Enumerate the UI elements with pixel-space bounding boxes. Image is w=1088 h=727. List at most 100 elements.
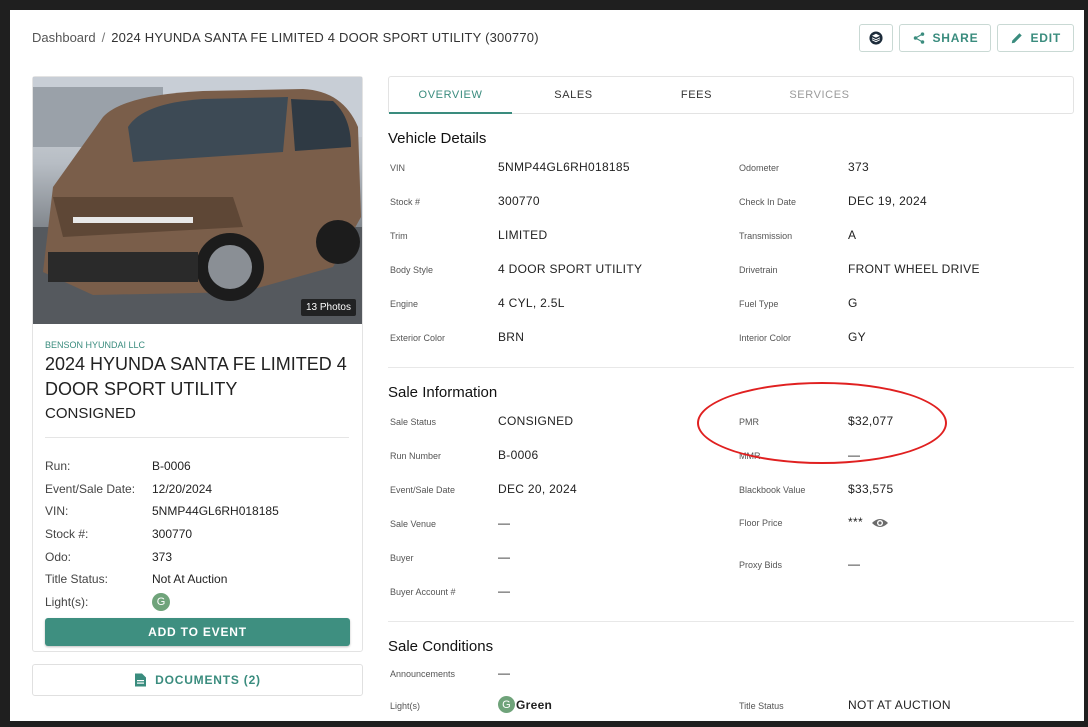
detail-value: — xyxy=(498,666,511,680)
detail-row: Engine 4 CYL, 2.5L Fuel Type G xyxy=(388,294,1074,314)
detail-label: Blackbook Value xyxy=(739,485,806,495)
documents-button[interactable]: DOCUMENTS (2) xyxy=(32,664,363,696)
detail-label: Floor Price xyxy=(739,518,783,528)
detail-value: $32,077 xyxy=(848,414,894,428)
detail-row: Buyer Account # — xyxy=(388,582,1074,602)
detail-value: NOT AT AUCTION xyxy=(848,698,951,712)
detail-label: MMR xyxy=(739,451,761,461)
layers-icon xyxy=(869,31,883,45)
detail-row: Stock # 300770 Check In Date DEC 19, 202… xyxy=(388,192,1074,212)
detail-row: Run Number B-0006 MMR — xyxy=(388,446,1074,466)
app-frame: Dashboard / 2024 HYUNDA SANTA FE LIMITED 4… xyxy=(10,10,1084,721)
summary-value: 300770 xyxy=(152,527,193,542)
detail-row: Buyer — Proxy Bids — xyxy=(388,548,1074,571)
detail-value: DEC 19, 2024 xyxy=(848,194,927,208)
detail-label: Drivetrain xyxy=(739,265,778,275)
card-divider xyxy=(45,437,349,438)
breadcrumb-dashboard-link[interactable]: Dashboard xyxy=(32,30,96,45)
detail-row: Announcements — xyxy=(388,664,1074,684)
detail-label: Proxy Bids xyxy=(739,560,783,570)
eye-icon[interactable] xyxy=(871,517,889,529)
sale-conditions-title: Sale Conditions xyxy=(388,638,494,655)
photo-count-badge[interactable]: 13 Photos xyxy=(300,299,356,316)
detail-row: Event/Sale Date DEC 20, 2024 Blackbook V… xyxy=(388,480,1074,500)
summary-label: Light(s): xyxy=(45,594,89,609)
tab-sales[interactable]: SALES xyxy=(512,77,635,113)
green-light-badge: G xyxy=(152,592,170,611)
detail-value: LIMITED xyxy=(498,228,548,242)
summary-row-sale-date: Event/Sale Date: 12/20/2024 xyxy=(45,478,355,501)
summary-row-title-status: Title Status: Not At Auction xyxy=(45,568,355,591)
detail-value: — xyxy=(848,448,861,462)
detail-label: Buyer xyxy=(390,553,414,563)
detail-row: Exterior Color BRN Interior Color GY xyxy=(388,328,1074,348)
header-actions: SHARE EDIT xyxy=(859,24,1074,52)
detail-value: CONSIGNED xyxy=(498,414,574,428)
detail-value: $33,575 xyxy=(848,482,894,496)
vehicle-summary-card: 13 Photos BENSON HYUNDAI LLC 2024 HYUNDA… xyxy=(32,76,363,652)
detail-label: Event/Sale Date xyxy=(390,485,456,495)
detail-label: Interior Color xyxy=(739,333,792,343)
pencil-icon xyxy=(1012,33,1023,44)
detail-label: Engine xyxy=(390,299,419,309)
detail-label: PMR xyxy=(739,417,759,427)
summary-value: B-0006 xyxy=(152,459,191,474)
documents-button-label: DOCUMENTS (2) xyxy=(155,673,261,687)
floor-price-masked: *** xyxy=(848,515,863,529)
vehicle-status: CONSIGNED xyxy=(45,405,136,422)
detail-value: — xyxy=(848,557,861,571)
tab-services: SERVICES xyxy=(789,89,850,101)
detail-label: Announcements xyxy=(390,669,456,679)
breadcrumb-current: 2024 HYUNDA SANTA FE LIMITED 4 DOOR SPOR… xyxy=(111,30,539,45)
detail-tabs: OVERVIEW SALES FEES SERVICES xyxy=(388,76,1074,114)
edit-button[interactable]: EDIT xyxy=(997,24,1074,52)
edit-button-label: EDIT xyxy=(1030,31,1061,45)
detail-label: Run Number xyxy=(390,451,442,461)
summary-label: Run: xyxy=(45,459,71,474)
detail-row: Body Style 4 DOOR SPORT UTILITY Drivetra… xyxy=(388,260,1074,280)
detail-value: GY xyxy=(848,330,866,344)
detail-label: VIN xyxy=(390,163,406,173)
section-divider xyxy=(388,367,1074,368)
vehicle-details-title: Vehicle Details xyxy=(388,130,487,147)
detail-value: — xyxy=(498,550,511,564)
detail-value: DEC 20, 2024 xyxy=(498,482,577,496)
summary-row-lights: Light(s): G xyxy=(45,591,355,614)
summary-label: Stock #: xyxy=(45,527,89,542)
vehicle-title: 2024 HYUNDA SANTA FE LIMITED 4 DOOR SPOR… xyxy=(45,354,347,399)
share-icon xyxy=(914,32,925,44)
detail-label: Trim xyxy=(390,231,408,241)
layers-button[interactable] xyxy=(859,24,894,52)
share-button[interactable]: SHARE xyxy=(899,24,992,52)
detail-value: 300770 xyxy=(498,194,540,208)
vehicle-photo[interactable]: 13 Photos xyxy=(33,77,362,324)
detail-row: Trim LIMITED Transmission A xyxy=(388,226,1074,246)
detail-label: Odometer xyxy=(739,163,780,173)
detail-row: Sale Status CONSIGNED PMR $32,077 xyxy=(388,412,1074,432)
detail-label: Check In Date xyxy=(739,197,797,207)
summary-row-odo: Odo: 373 xyxy=(45,545,355,568)
floor-price-value: *** xyxy=(848,515,889,529)
add-to-event-button[interactable]: ADD TO EVENT xyxy=(45,618,350,646)
sale-information-title: Sale Information xyxy=(388,384,498,401)
summary-label: Title Status: xyxy=(45,572,108,587)
section-divider xyxy=(388,621,1074,622)
light-value: G Green xyxy=(498,696,552,713)
green-light-badge: G xyxy=(498,696,515,713)
tab-overview[interactable]: OVERVIEW xyxy=(389,77,512,114)
summary-value: 373 xyxy=(152,549,173,564)
detail-label: Sale Status xyxy=(390,417,437,427)
summary-row-vin: VIN: 5NMP44GL6RH018185 xyxy=(45,500,355,523)
document-icon xyxy=(135,673,147,687)
detail-value: 373 xyxy=(848,160,869,174)
detail-value: BRN xyxy=(498,330,525,344)
vehicle-photo-illustration xyxy=(33,77,362,324)
detail-label: Stock # xyxy=(390,197,421,207)
tab-fees[interactable]: FEES xyxy=(635,77,758,113)
summary-row-run: Run: B-0006 xyxy=(45,455,355,478)
breadcrumb-separator: / xyxy=(101,30,106,45)
detail-row: Light(s) G Green Title Status NOT AT AUC… xyxy=(388,696,1074,716)
detail-row: Sale Venue — Floor Price *** xyxy=(388,514,1074,534)
detail-label: Transmission xyxy=(739,231,793,241)
detail-label: Light(s) xyxy=(390,701,421,711)
